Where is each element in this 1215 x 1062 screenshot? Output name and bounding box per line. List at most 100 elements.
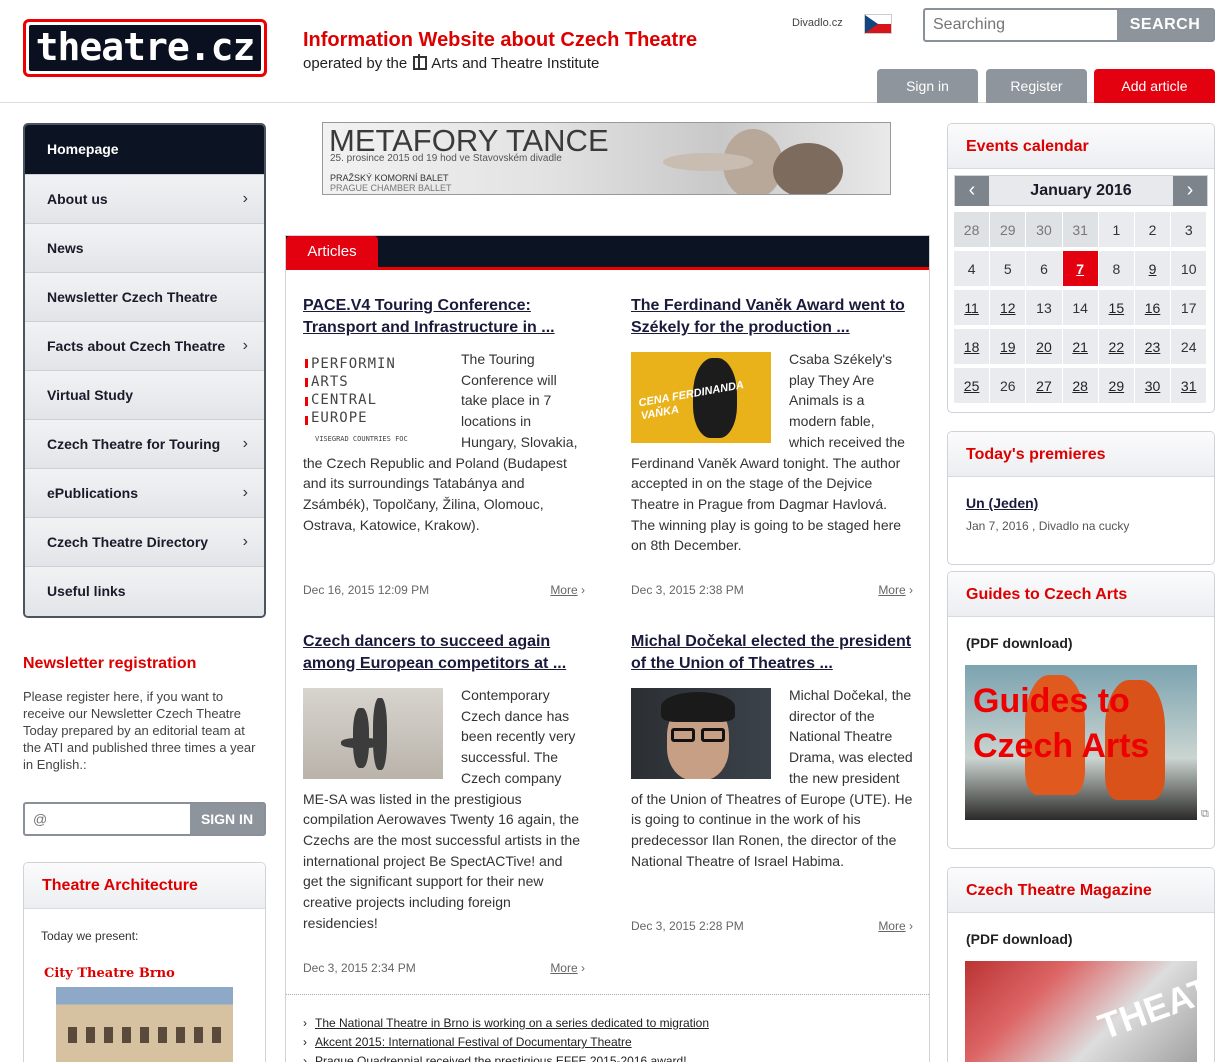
news-link[interactable]: Prague Quadrennial received the prestigi… (315, 1054, 687, 1062)
calendar-day: 10 (1171, 251, 1208, 288)
guides-cover-image[interactable]: Guides to Czech Arts (965, 665, 1197, 820)
news-link[interactable]: The National Theatre in Brno is working … (315, 1016, 709, 1030)
newsletter-sign-in-button[interactable]: SIGN IN (190, 804, 264, 834)
search-button[interactable]: SEARCH (1117, 10, 1213, 40)
theatre-building-image[interactable] (56, 987, 233, 1062)
article-date: Dec 3, 2015 2:28 PM (631, 919, 744, 933)
nav-item-label: Facts about Czech Theatre (47, 338, 226, 354)
article-card: Czech dancers to succeed again among Eur… (303, 631, 585, 983)
nav-item-useful-links[interactable]: Useful links (25, 567, 264, 616)
nav-item-newsletter[interactable]: Newsletter Czech Theatre (25, 273, 264, 322)
calendar-day: 29 (990, 212, 1027, 249)
guides-title[interactable]: Guides to Czech Arts (948, 572, 1214, 617)
pace-logo-sub: VISEGRAD COUNTRIES FOC (315, 435, 408, 443)
todays-premieres-title[interactable]: Today's premieres (948, 432, 1214, 477)
calendar-day[interactable]: 9 (1134, 251, 1172, 288)
architecture-theatre-link[interactable]: City Theatre Brno (44, 966, 175, 981)
nav-item-about-us[interactable]: About us › (25, 175, 264, 224)
external-link-icon[interactable]: ⧉ (1201, 808, 1209, 821)
list-item[interactable]: › The National Theatre in Brno is working… (303, 1016, 709, 1030)
calendar-day[interactable]: 16 (1134, 290, 1172, 327)
newsletter-email-input[interactable] (25, 804, 190, 834)
search-input[interactable] (925, 10, 1119, 40)
nav-item-facts[interactable]: Facts about Czech Theatre › (25, 322, 264, 371)
events-calendar-title[interactable]: Events calendar (948, 124, 1214, 169)
nav-item-homepage[interactable]: Homepage (25, 125, 264, 175)
advertisement-banner[interactable]: METAFORY TANCE 25. prosince 2015 od 19 h… (322, 122, 891, 195)
pace-logo-line: EUROPE (311, 410, 368, 426)
calendar-day[interactable]: 31 (1171, 368, 1208, 405)
calendar-day[interactable]: 28 (1062, 368, 1099, 405)
calendar-day: 4 (954, 251, 991, 288)
nav-item-virtual-study[interactable]: Virtual Study (25, 371, 264, 420)
calendar-day[interactable]: 30 (1134, 368, 1172, 405)
calendar-day[interactable]: 18 (954, 329, 991, 366)
nav-item-touring[interactable]: Czech Theatre for Touring › (25, 420, 264, 469)
article-title[interactable]: The Ferdinand Vaněk Award went to Székel… (631, 295, 913, 339)
calendar-day: 3 (1171, 212, 1208, 249)
theatre-architecture-title[interactable]: Theatre Architecture (24, 863, 265, 909)
add-article-button[interactable]: Add article (1094, 69, 1215, 103)
logo-text: theatre.cz (29, 25, 261, 71)
article-card: The Ferdinand Vaněk Award went to Székel… (631, 295, 913, 605)
nav-item-label: Useful links (47, 583, 126, 599)
calendar-day: 26 (990, 368, 1027, 405)
premiere-title-link[interactable]: Un (Jeden) (966, 495, 1038, 511)
calendar-day[interactable]: 22 (1098, 329, 1135, 366)
sign-in-button[interactable]: Sign in (877, 69, 978, 103)
language-link[interactable]: Divadlo.cz (792, 17, 843, 29)
tagline-org: Arts and Theatre Institute (431, 55, 600, 72)
list-item[interactable]: › Akcent 2015: International Festival of … (303, 1035, 632, 1049)
article-date: Dec 16, 2015 12:09 PM (303, 583, 430, 597)
calendar-day: 13 (1026, 290, 1063, 327)
site-header: theatre.cz Information Website about Cze… (0, 0, 1215, 103)
calendar-day[interactable]: 19 (990, 329, 1027, 366)
calendar-day[interactable]: 25 (954, 368, 991, 405)
article-more-link[interactable]: More › (878, 583, 913, 597)
site-logo[interactable]: theatre.cz (23, 19, 267, 77)
article-title[interactable]: Czech dancers to succeed again among Eur… (303, 631, 585, 675)
calendar-week-row: 25 26 27 28 29 30 31 (954, 368, 1208, 407)
todays-premieres-box: Today's premieres Un (Jeden) Jan 7, 2016… (947, 431, 1215, 565)
article-date: Dec 3, 2015 2:38 PM (631, 583, 744, 597)
calendar-day-today[interactable]: 7 (1062, 251, 1099, 288)
article-title[interactable]: Michal Dočekal elected the president of … (631, 631, 913, 675)
list-item[interactable]: › Prague Quadrennial received the prestig… (303, 1054, 687, 1062)
magazine-title[interactable]: Czech Theatre Magazine (948, 868, 1214, 913)
calendar-day[interactable]: 11 (954, 290, 991, 327)
news-link[interactable]: Akcent 2015: International Festival of D… (315, 1035, 632, 1049)
more-label: More (878, 919, 906, 933)
pace-logo-image[interactable]: PERFORMIN ARTS CENTRAL EUROPE VISEGRAD C… (303, 352, 443, 443)
vanek-award-image[interactable]: CENA FERDINANDA VAŇKA (631, 352, 771, 443)
calendar-day[interactable]: 21 (1062, 329, 1099, 366)
nav-item-news[interactable]: News (25, 224, 264, 273)
calendar-day[interactable]: 27 (1026, 368, 1063, 405)
calendar-prev-button[interactable]: ‹ (955, 176, 989, 206)
nav-item-epublications[interactable]: ePublications › (25, 469, 264, 518)
article-date: Dec 3, 2015 2:34 PM (303, 961, 416, 975)
search-form: SEARCH (923, 8, 1215, 42)
article-more-link[interactable]: More › (550, 961, 585, 975)
calendar-day[interactable]: 12 (990, 290, 1027, 327)
article-more-link[interactable]: More › (550, 583, 585, 597)
calendar-next-button[interactable]: › (1173, 176, 1207, 206)
calendar-day[interactable]: 20 (1026, 329, 1063, 366)
calendar-day[interactable]: 23 (1134, 329, 1172, 366)
article-title[interactable]: PACE.V4 Touring Conference: Transport an… (303, 295, 585, 339)
calendar-day[interactable]: 29 (1098, 368, 1135, 405)
nav-item-label: Virtual Study (47, 387, 134, 403)
portrait-image[interactable] (631, 688, 771, 779)
nav-item-directory[interactable]: Czech Theatre Directory › (25, 518, 264, 567)
banner-org-en: PRAGUE CHAMBER BALLET (330, 183, 452, 193)
calendar-grid: 28 29 30 31 1 2 3 4 5 6 7 8 9 10 11 12 13 14 15 16 17 18 19 20 2… (954, 212, 1208, 407)
calendar-day: 14 (1062, 290, 1099, 327)
articles-panel: Articles PACE.V4 Touring Conference: Tra… (285, 235, 930, 1062)
calendar-day[interactable]: 15 (1098, 290, 1135, 327)
tab-articles[interactable]: Articles (286, 236, 378, 270)
register-button[interactable]: Register (986, 69, 1087, 103)
calendar-day: 17 (1171, 290, 1208, 327)
magazine-cover-image[interactable]: THEATRE (965, 961, 1197, 1062)
czech-flag-icon[interactable] (864, 14, 892, 34)
dancers-image[interactable] (303, 688, 443, 779)
article-more-link[interactable]: More › (878, 919, 913, 933)
